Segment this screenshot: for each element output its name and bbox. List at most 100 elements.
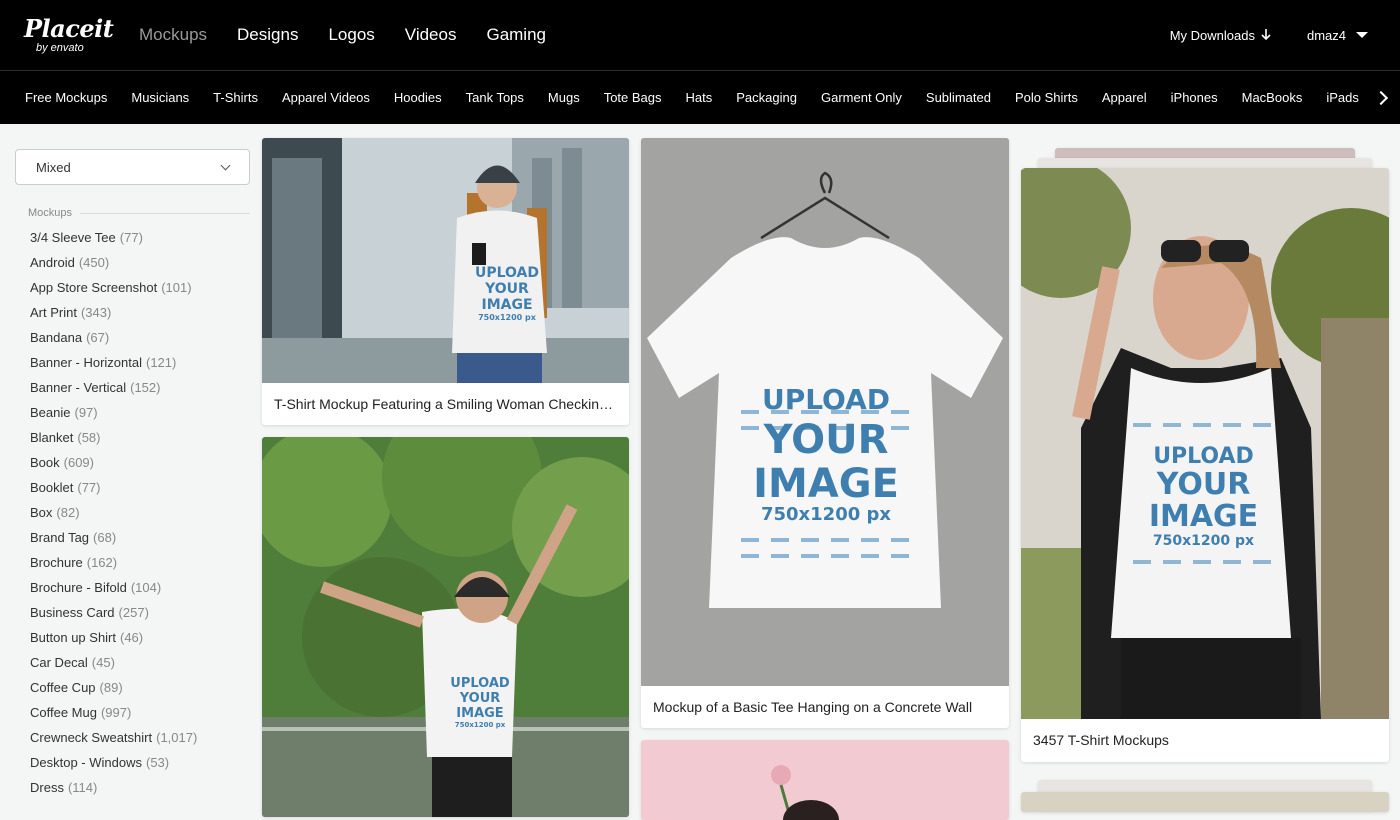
category-item[interactable]: MacBooks <box>1242 90 1303 105</box>
category-item[interactable]: Tote Bags <box>604 90 662 105</box>
filter-count: (67) <box>86 330 110 345</box>
section-title-label: Mockups <box>28 207 73 219</box>
category-item[interactable]: Mugs <box>548 90 580 105</box>
mockup-card[interactable]: UPLOAD YOUR IMAGE 750x1200 px <box>262 437 629 817</box>
filter-label: Dress <box>30 780 64 795</box>
filter-item[interactable]: Banner - Vertical (152) <box>30 375 250 400</box>
filter-count: (45) <box>91 655 115 670</box>
category-item[interactable]: Sublimated <box>926 90 991 105</box>
filter-label: Business Card <box>30 605 115 620</box>
category-item[interactable]: Musicians <box>131 90 189 105</box>
filter-label: Banner - Horizontal <box>30 355 142 370</box>
filter-item[interactable]: Brand Tag (68) <box>30 525 250 550</box>
filter-count: (53) <box>145 755 170 770</box>
filter-item[interactable]: Coffee Cup (89) <box>30 675 250 700</box>
filter-label: App Store Screenshot <box>30 280 158 295</box>
filter-label: Book <box>30 455 60 470</box>
category-item[interactable]: T-Shirts <box>213 90 258 105</box>
category-item[interactable]: Apparel Videos <box>282 90 370 105</box>
mockup-image[interactable]: UPLOAD YOUR IMAGE 750x1200 px <box>262 138 629 383</box>
filter-count: (343) <box>80 305 112 320</box>
filter-item[interactable]: Desktop - Windows (53) <box>30 750 250 775</box>
category-next-button[interactable] <box>1370 85 1392 111</box>
filter-item[interactable]: Coffee Mug (997) <box>30 700 250 725</box>
filter-label: Coffee Cup <box>30 680 96 695</box>
category-bar: Free Mockups Musicians T-Shirts Apparel Vid… <box>0 70 1400 124</box>
filter-item[interactable]: Business Card (257) <box>30 600 250 625</box>
filter-label: Box <box>30 505 53 520</box>
category-item[interactable]: Apparel <box>1102 90 1147 105</box>
collection-caption[interactable]: 3457 T-Shirt Mockups <box>1033 732 1377 748</box>
category-item[interactable]: iPhones <box>1171 90 1218 105</box>
filter-count: (997) <box>100 705 132 720</box>
mockup-card[interactable]: UPLOAD YOUR IMAGE 750x1200 px T-Shirt Mo… <box>262 138 629 425</box>
category-item[interactable]: Tank Tops <box>466 90 524 105</box>
filter-item[interactable]: Bandana (67) <box>30 325 250 350</box>
filter-item[interactable]: Brochure - Bifold (104) <box>30 575 250 600</box>
collection-image[interactable]: UPLOAD YOUR IMAGE 750x1200 px <box>1021 168 1389 719</box>
filter-item[interactable]: Banner - Horizontal (121) <box>30 350 250 375</box>
filter-item[interactable]: Dress (114) <box>30 775 250 800</box>
category-item[interactable]: Packaging <box>736 90 797 105</box>
mockup-card[interactable]: UPLOAD YOUR IMAGE 750x1200 px Mockup of … <box>641 138 1009 728</box>
username-label: dmaz4 <box>1306 27 1346 43</box>
filter-item[interactable]: Art Print (343) <box>30 300 250 325</box>
category-item[interactable]: Polo Shirts <box>1015 90 1078 105</box>
pink-photo <box>641 740 1009 820</box>
nav-mockups[interactable]: Mockups <box>139 25 207 45</box>
category-item[interactable]: Free Mockups <box>25 90 107 105</box>
print-dashes <box>741 538 911 542</box>
filter-item[interactable]: App Store Screenshot (101) <box>30 275 250 300</box>
category-item[interactable]: Hoodies <box>394 90 442 105</box>
filter-item[interactable]: Blanket (58) <box>30 425 250 450</box>
category-item[interactable]: Garment Only <box>821 90 902 105</box>
category-item[interactable]: Hats <box>686 90 713 105</box>
mockup-card[interactable] <box>641 740 1009 820</box>
filter-count: (450) <box>78 255 110 270</box>
collection-card[interactable] <box>1021 792 1389 812</box>
filter-item[interactable]: Crewneck Sweatshirt (1,017) <box>30 725 250 750</box>
logo-brand: Placeit <box>24 14 114 43</box>
divider <box>80 212 250 214</box>
collection-card[interactable]: UPLOAD YOUR IMAGE 750x1200 px 3457 T-Shi… <box>1021 168 1389 762</box>
mockup-caption[interactable]: Mockup of a Basic Tee Hanging on a Concr… <box>653 699 997 715</box>
mockup-caption[interactable]: T-Shirt Mockup Featuring a Smiling Woman… <box>274 396 617 412</box>
filter-item[interactable]: Brochure (162) <box>30 550 250 575</box>
my-downloads-label: My Downloads <box>1169 27 1255 43</box>
print-upload: UPLOAD <box>474 265 540 281</box>
filter-list: 3/4 Sleeve Tee (77) Android (450) App Store … <box>30 225 250 800</box>
filter-item[interactable]: Car Decal (45) <box>30 650 250 675</box>
placeit-logo[interactable]: Placeit by envato <box>24 14 114 56</box>
filter-count: (77) <box>77 480 101 495</box>
print-size: 750x1200 px <box>454 721 506 729</box>
filter-count: (82) <box>56 505 80 520</box>
sort-value: Mixed <box>36 159 71 175</box>
mockup-image[interactable]: UPLOAD YOUR IMAGE 750x1200 px <box>262 437 629 817</box>
filter-count: (152) <box>130 380 161 395</box>
print-image: IMAGE <box>481 297 533 313</box>
nav-logos[interactable]: Logos <box>328 25 374 45</box>
my-downloads-button[interactable]: My Downloads <box>1170 28 1271 43</box>
filter-label: Car Decal <box>30 655 88 670</box>
print-size: 750x1200 px <box>478 313 536 322</box>
nav-videos[interactable]: Videos <box>405 25 457 45</box>
filter-count: (609) <box>63 455 94 470</box>
filter-item[interactable]: 3/4 Sleeve Tee (77) <box>30 225 250 250</box>
mockup-image[interactable]: UPLOAD YOUR IMAGE 750x1200 px <box>641 138 1009 686</box>
filter-item[interactable]: Android (450) <box>30 250 250 275</box>
filter-label: Booklet <box>30 480 74 495</box>
filter-item[interactable]: Box (82) <box>30 500 250 525</box>
filter-item[interactable]: Button up Shirt (46) <box>30 625 250 650</box>
category-item[interactable]: iPads <box>1326 90 1359 105</box>
filter-item[interactable]: Booklet (77) <box>30 475 250 500</box>
nav-designs[interactable]: Designs <box>237 25 298 45</box>
print-your: YOUR <box>485 281 529 297</box>
user-menu-button[interactable]: dmaz4 <box>1307 28 1368 43</box>
filter-item[interactable]: Book (609) <box>30 450 250 475</box>
sort-select[interactable]: Mixed <box>15 149 250 185</box>
filter-label: Crewneck Sweatshirt <box>30 730 153 745</box>
nav-gaming[interactable]: Gaming <box>486 25 546 45</box>
filter-item[interactable]: Beanie (97) <box>30 400 250 425</box>
filter-label: Banner - Vertical <box>30 380 127 395</box>
mockup-image[interactable] <box>641 740 1009 820</box>
